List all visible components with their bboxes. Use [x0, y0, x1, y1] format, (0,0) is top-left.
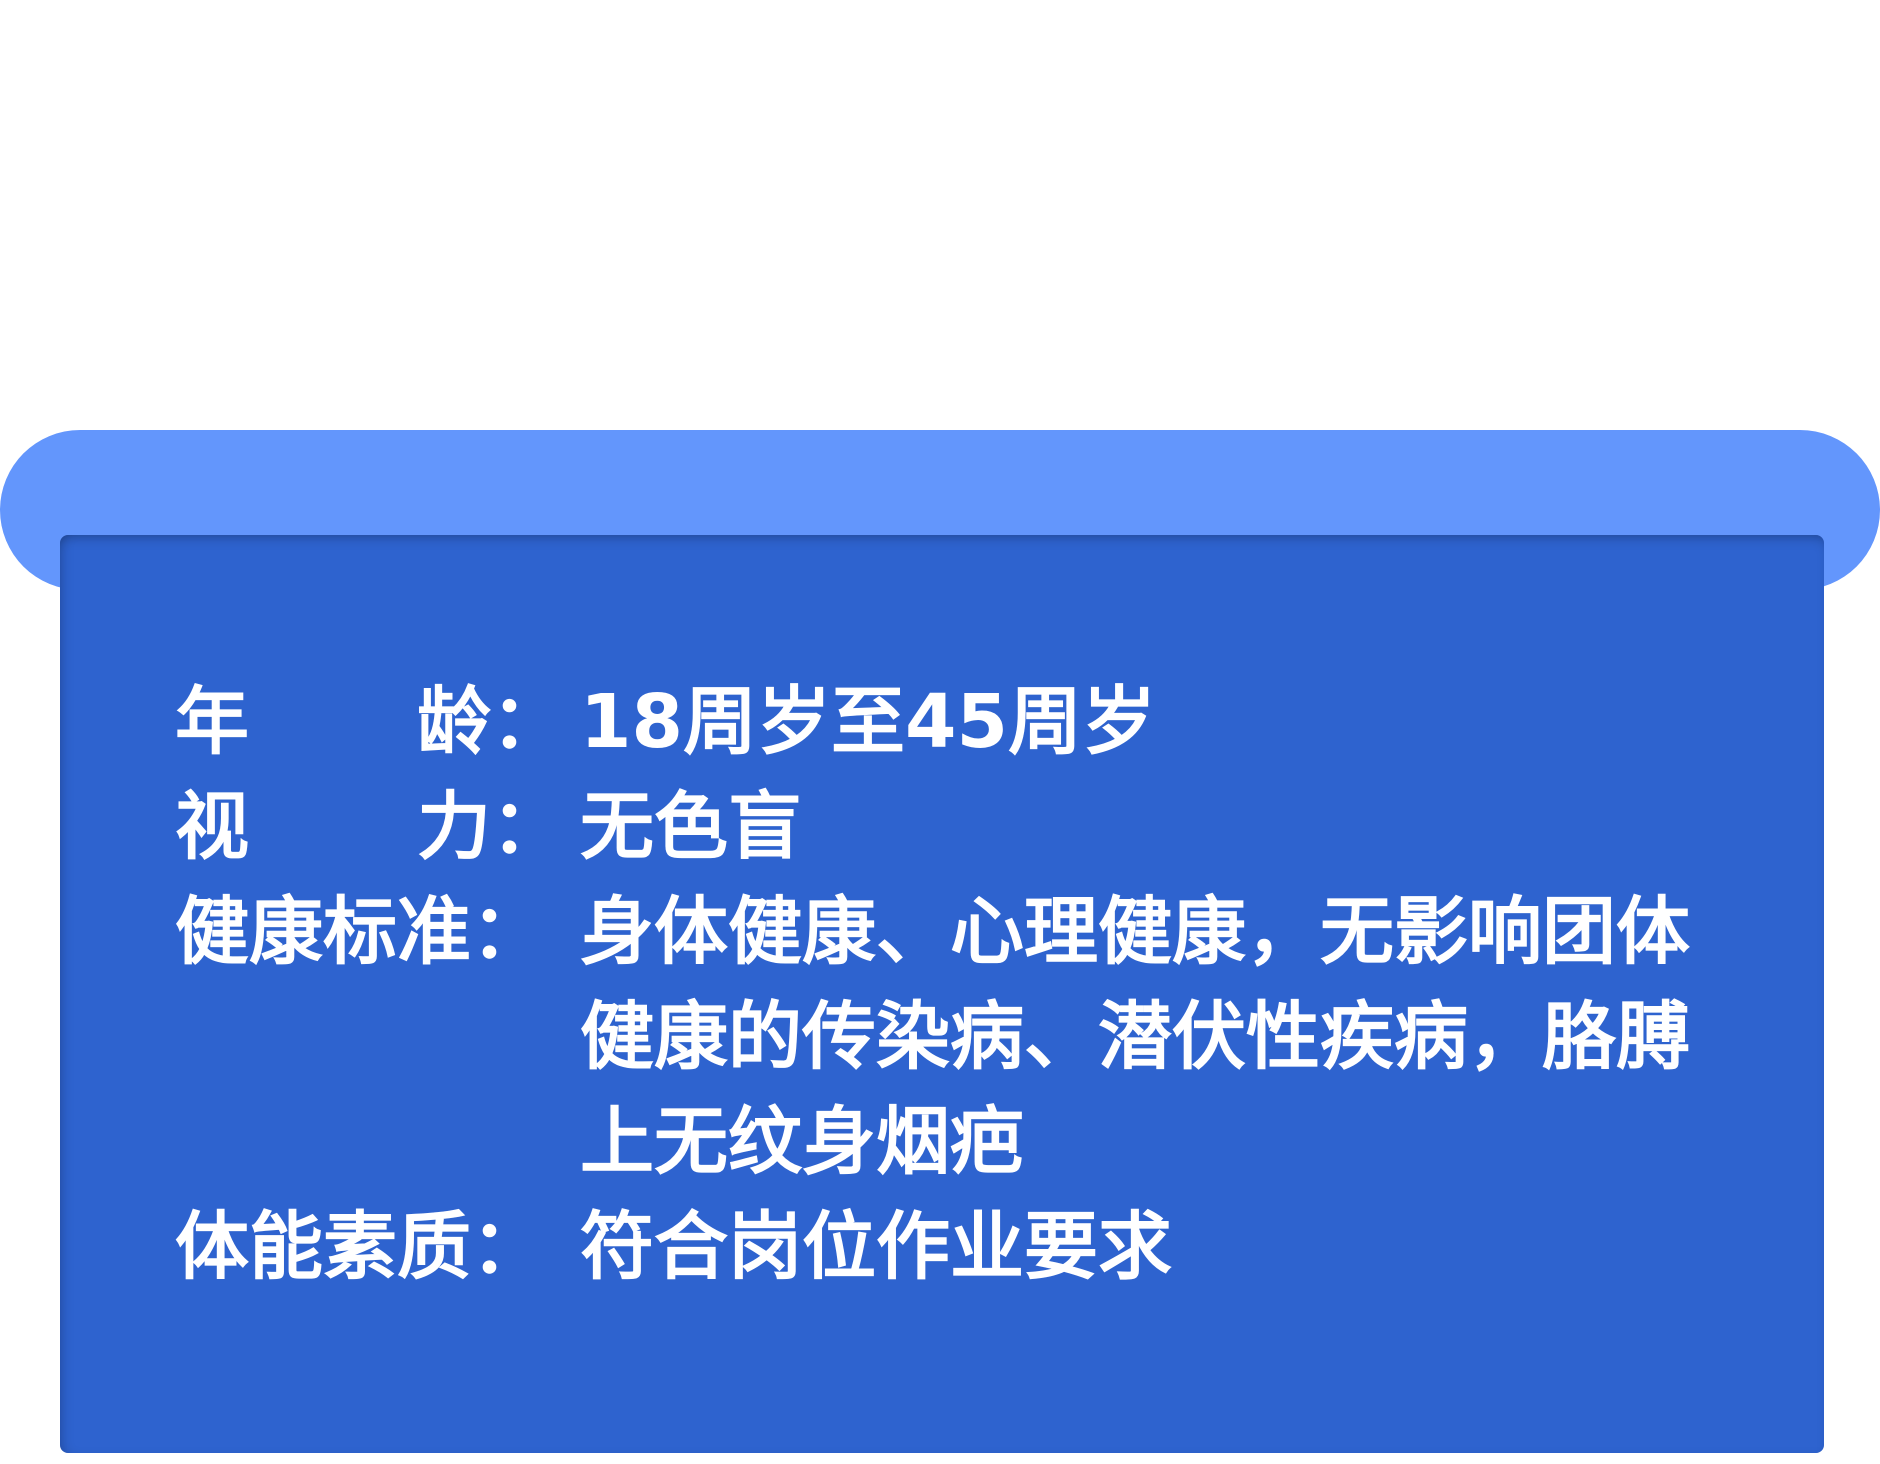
requirement-value-fitness: 符合岗位作业要求: [580, 1204, 1172, 1290]
requirement-label-health: 健康标准：: [175, 889, 545, 975]
requirement-label-fitness: 体能素质：: [175, 1204, 545, 1290]
label-vision-second-char: 力：: [417, 784, 565, 870]
requirement-value-age: 18周岁至45周岁: [580, 679, 1156, 765]
label-age-first-char: 年: [175, 679, 249, 765]
requirements-list: 年 龄： 18周岁至45周岁 视 力： 无色盲 健康标准： 身体健康、心理健康，…: [175, 670, 1775, 1300]
requirement-label-vision: 视 力：: [175, 775, 565, 880]
requirement-label-age: 年 龄：: [175, 670, 565, 775]
requirement-row-health: 健康标准： 身体健康、心理健康，无影响团体健康的传染病、潜伏性疾病，胳膊上无纹身…: [175, 880, 1775, 1195]
requirement-row-vision: 视 力： 无色盲: [175, 775, 1775, 880]
requirements-card: 年 龄： 18周岁至45周岁 视 力： 无色盲 健康标准： 身体健康、心理健康，…: [60, 535, 1824, 1453]
requirement-row-age: 年 龄： 18周岁至45周岁: [175, 670, 1775, 775]
requirement-value-vision: 无色盲: [580, 784, 802, 870]
requirement-row-fitness: 体能素质： 符合岗位作业要求: [175, 1195, 1775, 1300]
label-vision-first-char: 视: [175, 784, 249, 870]
requirement-value-health: 身体健康、心理健康，无影响团体健康的传染病、潜伏性疾病，胳膊上无纹身烟疤: [580, 889, 1690, 1185]
label-age-second-char: 龄：: [417, 679, 565, 765]
